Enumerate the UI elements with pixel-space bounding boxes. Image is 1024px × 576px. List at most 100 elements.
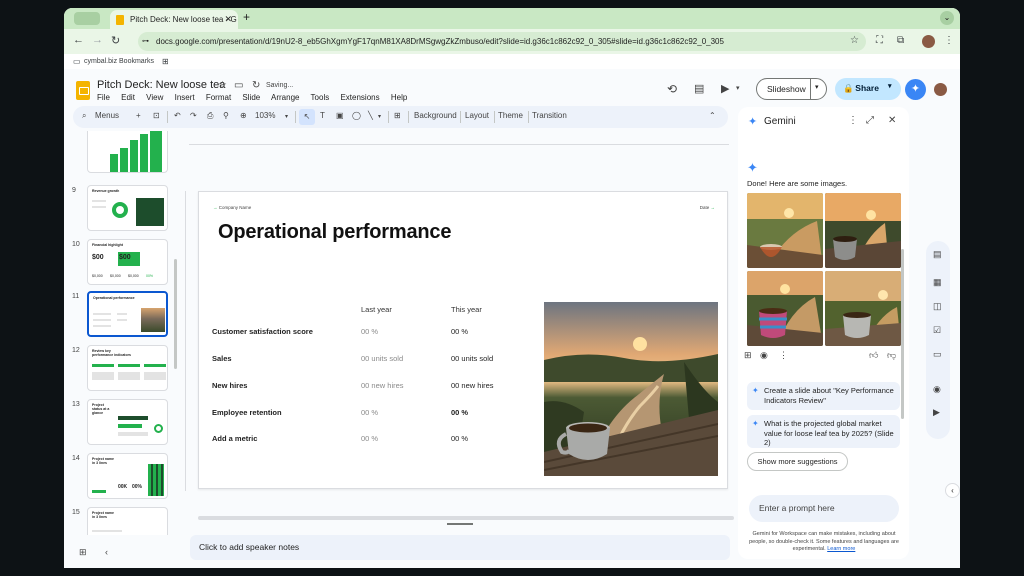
menu-slide[interactable]: Slide bbox=[242, 93, 260, 102]
version-history-icon[interactable]: ⟲ bbox=[667, 82, 677, 96]
generated-image-2[interactable] bbox=[825, 193, 901, 268]
metric-label[interactable]: New hires bbox=[212, 381, 247, 390]
slide-thumbnail-15[interactable]: Project name in 3 lines bbox=[87, 507, 168, 535]
menu-extensions[interactable]: Extensions bbox=[340, 93, 379, 102]
grid-view-icon[interactable]: ⊞ bbox=[79, 547, 87, 558]
slide-thumbnail-11[interactable]: Operational performance bbox=[87, 291, 168, 337]
profile-avatar[interactable] bbox=[922, 35, 935, 48]
theme-button[interactable]: Theme bbox=[498, 111, 523, 120]
apps-grid-icon[interactable]: ⊞ bbox=[162, 54, 169, 69]
tab-group-icon[interactable] bbox=[74, 12, 100, 25]
meet-video-icon[interactable]: ▶ bbox=[721, 82, 729, 95]
horizontal-ruler[interactable] bbox=[189, 135, 729, 145]
speaker-notes[interactable]: Click to add speaker notes bbox=[190, 535, 730, 560]
metric-label[interactable]: Customer satisfaction score bbox=[212, 327, 313, 336]
metric-this-year[interactable]: 00 new hires bbox=[451, 381, 494, 390]
metric-last-year[interactable]: 00 % bbox=[361, 327, 378, 336]
menu-help[interactable]: Help bbox=[391, 93, 407, 102]
gemini-prompt-input[interactable]: Enter a prompt here bbox=[749, 495, 899, 522]
insert-slide-icon[interactable]: ⊡ bbox=[153, 111, 160, 120]
zoom-dropdown-icon[interactable]: ▾ bbox=[285, 113, 288, 120]
gemini-close-icon[interactable]: ✕ bbox=[888, 115, 896, 126]
thumbs-up-icon[interactable]: 👍︎ bbox=[869, 350, 878, 361]
metric-label[interactable]: Add a metric bbox=[212, 434, 257, 443]
back-icon[interactable]: ← bbox=[73, 34, 84, 46]
hide-side-panel-icon[interactable]: ‹ bbox=[945, 483, 960, 498]
paint-format-icon[interactable]: ⚲ bbox=[223, 111, 229, 120]
menu-view[interactable]: View bbox=[146, 93, 163, 102]
menu-format[interactable]: Format bbox=[206, 93, 231, 102]
generated-image-4[interactable] bbox=[825, 271, 901, 346]
reload-icon[interactable]: ↻ bbox=[111, 34, 120, 47]
share-button[interactable]: 🔒 Share ▾ bbox=[835, 78, 901, 100]
gemini-menu-icon[interactable]: ⋮ bbox=[848, 115, 858, 126]
slideshow-dropdown-icon[interactable]: ▾ bbox=[815, 83, 819, 91]
bookmark-folder-cymbal[interactable]: cymbal.biz Bookmarks bbox=[84, 54, 154, 69]
metric-this-year[interactable]: 00 % bbox=[451, 327, 468, 336]
menu-arrange[interactable]: Arrange bbox=[271, 93, 299, 102]
metric-this-year[interactable]: 00 % bbox=[451, 434, 468, 443]
move-folder-icon[interactable]: ▭ bbox=[234, 80, 243, 91]
calendar-icon[interactable]: ▦ bbox=[933, 277, 942, 288]
tab-close-icon[interactable]: ✕ bbox=[224, 10, 232, 29]
meet-rail-icon[interactable]: ▶ bbox=[933, 407, 940, 418]
menu-file[interactable]: File bbox=[97, 93, 110, 102]
gemini-toggle-icon[interactable]: ✦ bbox=[905, 79, 926, 100]
line-icon[interactable]: ╲ bbox=[368, 111, 373, 120]
vertical-ruler[interactable] bbox=[180, 191, 186, 491]
meet-dropdown-icon[interactable]: ▾ bbox=[736, 84, 740, 92]
slide-thumbnail-13[interactable]: Project status at a glance bbox=[87, 399, 168, 445]
metric-this-year[interactable]: 00 units sold bbox=[451, 354, 493, 363]
line-dropdown-icon[interactable]: ▾ bbox=[378, 113, 381, 120]
transition-button[interactable]: Transition bbox=[532, 111, 567, 120]
menu-tools[interactable]: Tools bbox=[311, 93, 330, 102]
slide-title[interactable]: Operational performance bbox=[218, 221, 451, 244]
text-box-icon[interactable]: T bbox=[320, 111, 325, 120]
bookmark-star-icon[interactable]: ☆ bbox=[850, 35, 859, 46]
share-dropdown-icon[interactable]: ▾ bbox=[888, 82, 892, 90]
browser-menu-icon[interactable]: ⋮ bbox=[944, 35, 954, 46]
gemini-scrollbar[interactable] bbox=[901, 249, 904, 419]
generated-image-3[interactable] bbox=[747, 271, 823, 346]
generated-image-1[interactable] bbox=[747, 193, 823, 268]
screenshot-icon[interactable]: ⛶ bbox=[876, 35, 883, 46]
zoom-icon[interactable]: ⊕ bbox=[240, 111, 247, 120]
slide-canvas[interactable]: → Company Name Date → Operational perfor… bbox=[198, 191, 728, 489]
redo-icon[interactable]: ↷ bbox=[190, 111, 197, 120]
drive-folder-icon[interactable]: ▭ bbox=[933, 349, 942, 360]
suggestion-chip-2[interactable]: ✦ What is the projected global market va… bbox=[747, 415, 900, 448]
slideshow-button[interactable]: Slideshow ▾ bbox=[756, 78, 827, 100]
metric-last-year[interactable]: 00 % bbox=[361, 434, 378, 443]
select-cursor-icon[interactable]: ↖ bbox=[299, 109, 315, 125]
new-slide-icon[interactable]: + bbox=[136, 111, 141, 120]
doc-title[interactable]: Pitch Deck: New loose tea bbox=[97, 79, 225, 91]
image-icon[interactable]: ▣ bbox=[336, 111, 344, 120]
learn-more-link[interactable]: Learn more bbox=[827, 546, 855, 552]
tasks-icon[interactable]: ☑ bbox=[933, 325, 941, 336]
tab-active[interactable]: Pitch Deck: New loose tea - G ✕ bbox=[110, 10, 238, 29]
filmstrip-scrollbar[interactable] bbox=[174, 259, 177, 369]
metric-label[interactable]: Sales bbox=[212, 354, 232, 363]
notes-resize-handle[interactable] bbox=[447, 523, 473, 525]
more-actions-icon[interactable]: ⋮ bbox=[779, 350, 788, 361]
record-icon[interactable]: ◉ bbox=[933, 384, 941, 395]
slide-thumbnail-9[interactable]: Revenue growth bbox=[87, 185, 168, 231]
metric-label[interactable]: Employee retention bbox=[212, 408, 282, 417]
collapse-toolbar-icon[interactable]: ⌃ bbox=[709, 111, 716, 120]
comments-icon[interactable]: ▤ bbox=[694, 82, 704, 95]
thumbs-down-icon[interactable]: 👎︎ bbox=[887, 350, 896, 361]
gemini-expand-icon[interactable]: ⤢ bbox=[866, 115, 874, 126]
slides-logo-icon[interactable] bbox=[76, 81, 90, 100]
slide-thumbnail-8[interactable] bbox=[87, 131, 168, 173]
url-field[interactable]: ⊶ docs.google.com/presentation/d/19nU2-8… bbox=[138, 32, 866, 51]
background-button[interactable]: Background bbox=[414, 111, 457, 120]
slide-date[interactable]: Date → bbox=[700, 205, 715, 210]
show-more-suggestions-button[interactable]: Show more suggestions bbox=[747, 452, 848, 471]
add-comment-icon[interactable]: ⊞ bbox=[394, 111, 401, 120]
metric-last-year[interactable]: 00 % bbox=[361, 408, 378, 417]
menu-insert[interactable]: Insert bbox=[175, 93, 195, 102]
site-info-icon[interactable]: ⊶ bbox=[142, 32, 149, 51]
slide-thumbnail-12[interactable]: Review key performance indicators bbox=[87, 345, 168, 391]
print-icon[interactable]: ⎙ bbox=[207, 111, 213, 121]
company-name[interactable]: → Company Name bbox=[213, 205, 251, 210]
